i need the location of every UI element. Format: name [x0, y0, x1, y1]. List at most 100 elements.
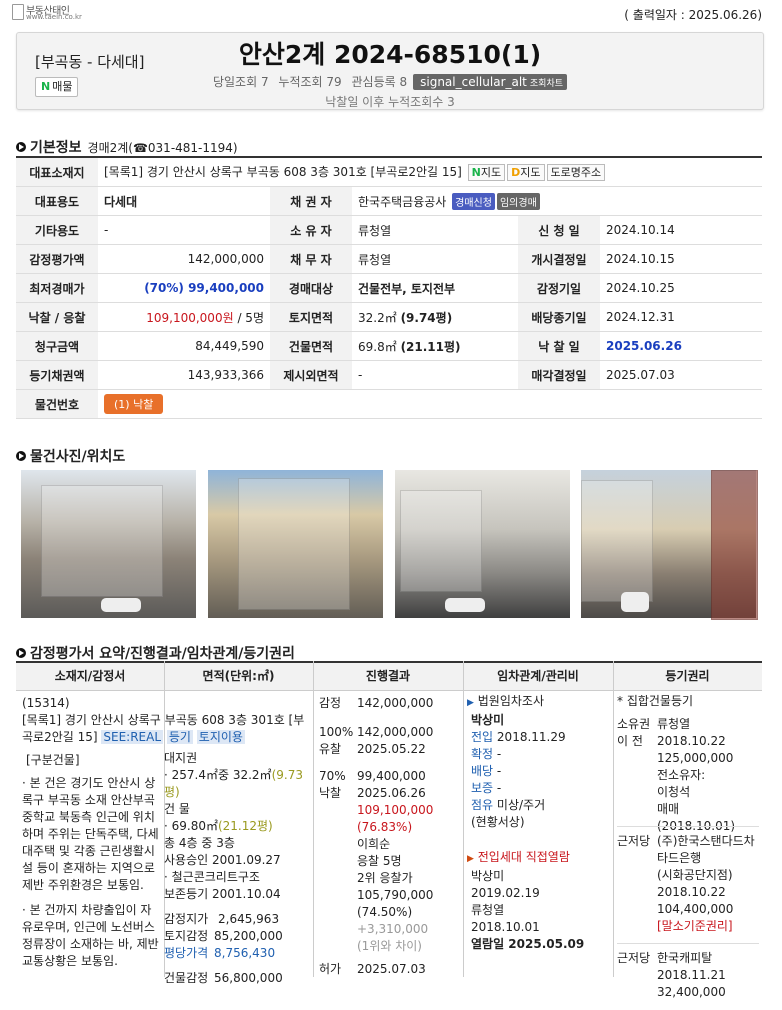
basic-info-title: 기본정보	[30, 140, 82, 156]
road-address-button[interactable]: 도로명주소	[546, 164, 606, 181]
summary-header-row: 소재지/감정서 면적(단위:㎡) 진행결과 임차관계/관리비 등기권리	[16, 661, 762, 691]
interest-count: 관심등록 8	[351, 75, 408, 89]
dividend-date-value: 2024.12.31	[600, 302, 762, 332]
daum-map-label: 지도	[520, 166, 541, 179]
appr-total-line: 감정지가 2,645,963	[164, 911, 310, 928]
progress-row: 허가 2025.07.03	[319, 961, 459, 978]
label-dividend-date: 배당종기일	[518, 302, 600, 332]
property-photo-1[interactable]	[21, 470, 196, 618]
land-use-link[interactable]: 토지이용	[196, 730, 245, 744]
land-right-label: 대지권	[164, 751, 198, 765]
progress-row: 100% 142,000,000	[319, 724, 459, 741]
second-bid-percent: (74.50%)	[357, 905, 413, 919]
progress-step: 낙찰	[319, 786, 342, 800]
address-text: [목록1] 경기 안산시 상록구 부곡동 608 3층 301호 [부곡로2안길…	[104, 165, 462, 179]
label-other-usage: 기타용도	[16, 215, 98, 245]
second-bid-label: 2위 응찰가	[357, 871, 413, 885]
registry-group: * 집합건물등기	[617, 694, 694, 708]
property-photo-2[interactable]	[208, 470, 383, 618]
creditor-value: 한국주택금융공사	[358, 194, 447, 209]
bldg-area-py-summary: (21.12평)	[217, 819, 273, 833]
label-address: 대표소재지	[16, 157, 98, 187]
direct-date-2: 2018.10.01	[471, 920, 540, 934]
property-photo-3[interactable]	[395, 470, 570, 618]
bldg-area-value: · 69.80㎡	[164, 819, 218, 833]
section-bullet-icon	[16, 648, 26, 658]
progress-value: 2025.07.03	[357, 962, 426, 976]
progress-step: 유찰	[319, 742, 342, 756]
label-start-date: 개시결정일	[518, 244, 600, 274]
label-sale-decision: 매각결정일	[518, 360, 600, 390]
header-progress: 진행결과	[365, 669, 411, 683]
py-price-line: 평당가격 8,756,430	[164, 945, 310, 962]
basic-info-table: 대표소재지 [목록1] 경기 안산시 상록구 부곡동 608 3층 301호 […	[16, 156, 762, 419]
truck-shape	[621, 592, 649, 612]
column-divider	[613, 661, 614, 977]
progress-value: 2025.05.22	[357, 742, 426, 756]
direct-view-label: 전입세대 직접열람	[477, 850, 570, 864]
mortgage-details-2: 한국캐피탈 2018.11.21 32,400,000	[657, 950, 757, 1001]
deposit-value: -	[496, 781, 502, 795]
view-date: 열람일 2025.05.09	[471, 937, 585, 951]
land-appr-label: 토지감정	[164, 929, 209, 943]
start-date-value: 2024.10.15	[600, 244, 762, 274]
triangle-bullet-icon: ▶	[467, 854, 474, 864]
win-bid-value: 109,100,000원	[146, 310, 234, 325]
bldg-area-m2: 69.8㎡	[358, 339, 397, 354]
building-shape	[41, 485, 163, 597]
dividend-value: -	[496, 764, 502, 778]
summary-address: [목록1] 경기 안산시 상록구 부곡동 608 3층 301호 [부곡로2안길…	[22, 713, 305, 744]
land-right-line: · 257.4㎡중 32.2㎡(9.73평)	[164, 767, 310, 801]
min-price-value: 99,400,000	[188, 281, 264, 295]
daum-map-button[interactable]: D지도	[507, 164, 545, 181]
car-shape	[101, 598, 141, 612]
bidder-count: 응찰 5명	[357, 854, 402, 868]
tenant-dividend: 배당 -	[471, 763, 609, 780]
total-views: 누적조회 79	[278, 75, 342, 89]
building-shape	[238, 478, 350, 610]
owner-name: 류청열	[657, 717, 691, 731]
tenant-movein: 전입 2018.11.29	[471, 729, 609, 746]
ownership-amount: 125,000,000	[657, 751, 734, 765]
land-area-m2: 32.2㎡	[358, 310, 397, 325]
prev-owner: 이청석	[657, 785, 691, 799]
naver-map-button[interactable]: N지도	[467, 164, 506, 181]
sale-decision-value: 2025.07.03	[600, 360, 762, 390]
site-logo[interactable]: 부동산태인 www.taein.co.kr	[12, 2, 102, 22]
appr-total-label: 감정지가	[164, 912, 209, 926]
direct-view-title[interactable]: ▶ 전입세대 직접열람	[467, 849, 609, 868]
desc-paragraph-1: · 본 건은 경기도 안산시 상록구 부곡동 소재 안산부곡중학교 북동측 인근…	[22, 776, 159, 892]
prev-owner-label: 전소유자:	[657, 768, 706, 782]
bldg-label: 건 물	[164, 802, 190, 816]
label-win-bid: 낙찰 / 응찰	[16, 302, 98, 332]
property-photo-4[interactable]	[581, 470, 758, 620]
progress-row: 유찰 2025.05.22	[319, 741, 459, 758]
land-appr-line: 토지감정 85,200,000	[164, 928, 310, 945]
item-no-button[interactable]: (1) 낙찰	[104, 394, 164, 414]
header-area: 면적(단위:㎡)	[202, 669, 275, 683]
seereal-link[interactable]: SEE:REAL	[101, 730, 164, 744]
label-claim: 청구금액	[16, 331, 98, 361]
progress-step: 감정	[319, 696, 342, 710]
print-date: ( 출력일자 : 2025.06.26)	[624, 8, 762, 22]
label-item-no: 물건번호	[16, 389, 98, 419]
winner: 이희순	[357, 837, 391, 851]
view-chart-button[interactable]: signal_cellular_alt 조회차트	[413, 74, 568, 90]
header-tenant: 임차관계/관리비	[497, 669, 579, 683]
apply-date-value: 2024.10.14	[600, 215, 762, 245]
progress-column: 감정 142,000,000 100% 142,000,000 유찰 2025.05.…	[319, 695, 459, 978]
building-shape	[711, 470, 758, 620]
movein-value: 2018.11.29	[496, 730, 566, 744]
label-appraisal: 감정평가액	[16, 244, 98, 274]
tenant-deposit: 보증 -	[471, 780, 609, 797]
progress-step: 허가	[319, 962, 342, 976]
ownership-entry: 소유권 이 전 류청열 2018.10.22 125,000,000 전소유자:…	[617, 716, 759, 833]
bldg-line: · 69.80㎡(21.12평)	[164, 818, 310, 835]
min-price-pct: (70%)	[144, 281, 184, 295]
bldg-area-py: (21.11평)	[400, 339, 461, 354]
deposit-label: 보증	[471, 781, 494, 795]
registry-link[interactable]: 등기	[166, 730, 193, 744]
bidders-value: / 5명	[237, 310, 264, 325]
appraisal-desc: [구분건물] · 본 건은 경기도 안산시 상록구 부곡동 소재 안산부곡중학교…	[22, 752, 160, 970]
mortgage-date: 2018.10.22	[657, 885, 726, 899]
